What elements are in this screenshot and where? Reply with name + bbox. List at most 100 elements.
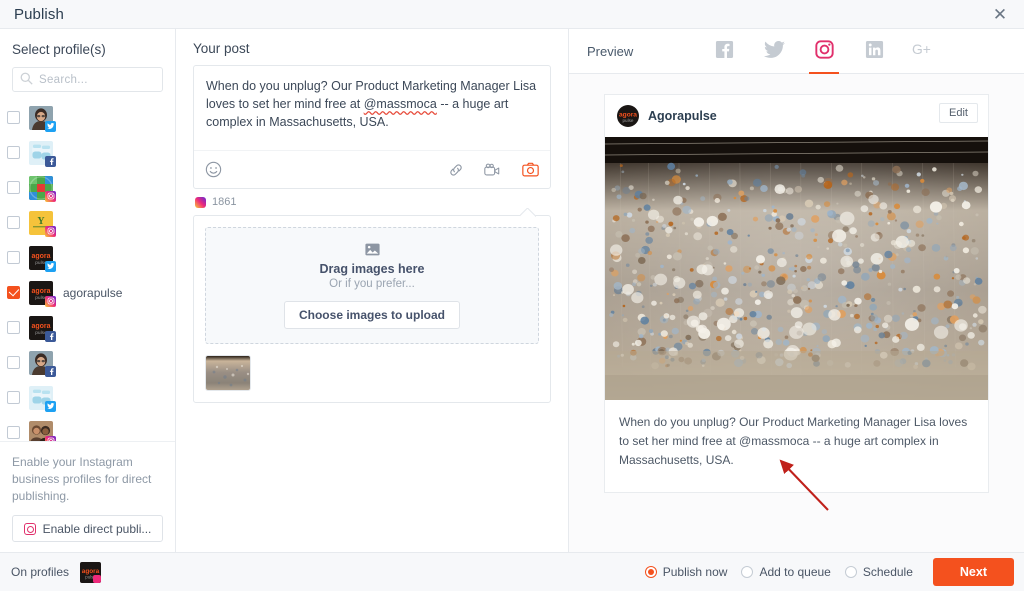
attached-image-thumbnail[interactable] [205, 355, 251, 391]
profile-checkbox[interactable] [7, 251, 20, 264]
profile-checkbox[interactable] [7, 321, 20, 334]
profile-list-item[interactable] [0, 415, 175, 441]
dialog-body: Select profile(s) Yagorapulseagorapulsea… [0, 29, 1024, 552]
radio-button[interactable] [741, 566, 754, 578]
publish-option-label: Publish now [662, 565, 728, 579]
svg-text:agora: agora [31, 323, 50, 330]
select-profiles-heading: Select profile(s) [12, 42, 106, 57]
profile-list-item[interactable] [0, 100, 175, 135]
instagram-icon [23, 522, 36, 535]
linkedin-icon [865, 40, 884, 62]
search-wrapper [12, 67, 163, 92]
editor-toolbar [194, 150, 550, 188]
google-plus-icon: G+ [912, 40, 936, 62]
preview-panel: Preview G+ agora pulse Agorapulse Edit W… [569, 29, 1024, 552]
publish-option-label: Add to queue [759, 565, 831, 579]
dialog-footer: On profiles agora pulse Publish now Add t… [0, 552, 1024, 591]
post-textarea[interactable]: When do you unplug? Our Product Marketin… [194, 66, 550, 150]
dropzone-title: Drag images here [319, 261, 425, 276]
on-profiles-label: On profiles [11, 565, 70, 579]
radio-button[interactable] [844, 566, 857, 578]
profile-list-item[interactable] [0, 170, 175, 205]
profile-checkbox[interactable] [7, 216, 20, 229]
profile-checkbox[interactable] [7, 286, 20, 299]
profile-checkbox[interactable] [7, 181, 20, 194]
enable-direct-publishing-button[interactable]: Enable direct publi... [12, 515, 163, 542]
preview-body: agora pulse Agorapulse Edit When do you … [569, 74, 1024, 552]
profile-list-item[interactable]: Y [0, 205, 175, 240]
facebook-icon [715, 40, 734, 62]
network-tab-instagram[interactable] [799, 29, 849, 74]
character-count-value: 1861 [212, 196, 237, 208]
profile-list-item[interactable]: agora pulse [0, 240, 175, 275]
network-tab-linkedin[interactable] [849, 29, 899, 74]
link-icon[interactable] [448, 162, 464, 178]
publish-option-label: Schedule [862, 565, 913, 579]
profile-checkbox[interactable] [7, 356, 20, 369]
profile-list-item[interactable] [0, 380, 175, 415]
preview-caption: When do you unplug? Our Product Marketin… [619, 415, 968, 467]
preview-image [605, 137, 988, 400]
video-camera-icon[interactable] [484, 163, 502, 177]
post-composer-panel: Your post When do you unplug? Our Produc… [176, 29, 569, 552]
preview-account-name: Agorapulse [648, 109, 717, 123]
profile-selector-header: Select profile(s) [0, 29, 175, 100]
attached-thumbnails [205, 355, 539, 391]
media-upload-card: Drag images here Or if you prefer... Cho… [193, 215, 551, 403]
avatar: agora pulse [29, 280, 56, 307]
publish-option-add-to-queue[interactable]: Add to queue [741, 565, 831, 579]
publish-option-schedule[interactable]: Schedule [844, 565, 913, 579]
next-button[interactable]: Next [932, 558, 1014, 586]
profile-list-item[interactable] [0, 135, 175, 170]
network-tab-twitter[interactable] [749, 29, 799, 74]
avatar: agora pulse [29, 315, 56, 342]
image-dropzone[interactable]: Drag images here Or if you prefer... Cho… [205, 227, 539, 344]
post-editor[interactable]: When do you unplug? Our Product Marketin… [193, 65, 551, 189]
instagram-note-text: Enable your Instagram business profiles … [12, 455, 152, 503]
profile-list-item[interactable] [0, 345, 175, 380]
facebook-icon [45, 155, 56, 167]
avatar [29, 385, 56, 412]
profile-checkbox[interactable] [7, 391, 20, 404]
page-title: Publish [14, 5, 64, 23]
svg-text:pulse: pulse [623, 118, 634, 123]
instagram-direct-publishing-note: Enable your Instagram business profiles … [0, 441, 175, 552]
radio-button[interactable] [644, 566, 657, 578]
preview-header: Preview G+ [569, 29, 1024, 74]
svg-text:G+: G+ [912, 41, 931, 57]
card-caret [520, 208, 536, 217]
close-icon[interactable]: ✕ [990, 4, 1010, 24]
network-tab-googleplus[interactable]: G+ [899, 29, 949, 74]
svg-text:Y: Y [37, 216, 45, 227]
profile-name: agorapulse [63, 285, 123, 300]
smiley-icon[interactable] [205, 161, 222, 178]
profile-checkbox[interactable] [7, 426, 20, 439]
avatar [29, 140, 56, 167]
choose-images-button[interactable]: Choose images to upload [283, 300, 460, 329]
twitter-icon [763, 40, 785, 62]
instagram-icon [815, 40, 834, 62]
search-input[interactable] [12, 67, 163, 92]
profile-checkbox[interactable] [7, 146, 20, 159]
profile-list-item[interactable]: agora pulse [0, 310, 175, 345]
preview-card-header: agora pulse Agorapulse Edit [605, 95, 988, 137]
profile-list-item[interactable]: agora pulse agorapulse [0, 275, 175, 310]
avatar: agora pulse [617, 105, 639, 127]
twitter-icon [45, 400, 56, 412]
edit-button[interactable]: Edit [939, 103, 978, 123]
profile-checkbox[interactable] [7, 111, 20, 124]
publish-option-publish-now[interactable]: Publish now [644, 565, 728, 579]
profile-list[interactable]: Yagora pulse agora pulse agorapulse agora puls… [0, 100, 175, 441]
preview-label: Preview [587, 43, 634, 59]
network-tab-facebook[interactable] [699, 29, 749, 74]
post-mention: @massmoca [363, 97, 437, 111]
avatar [29, 350, 56, 377]
editor-toolbar-actions [448, 162, 539, 178]
instagram-icon [45, 295, 56, 307]
dialog-titlebar: Publish ✕ [0, 0, 1024, 29]
instagram-icon [195, 196, 206, 208]
camera-icon[interactable] [522, 162, 539, 177]
enable-direct-publishing-label: Enable direct publi... [42, 521, 152, 536]
publish-options: Publish now Add to queue Schedule Next [644, 558, 1014, 586]
search-icon [20, 72, 33, 85]
